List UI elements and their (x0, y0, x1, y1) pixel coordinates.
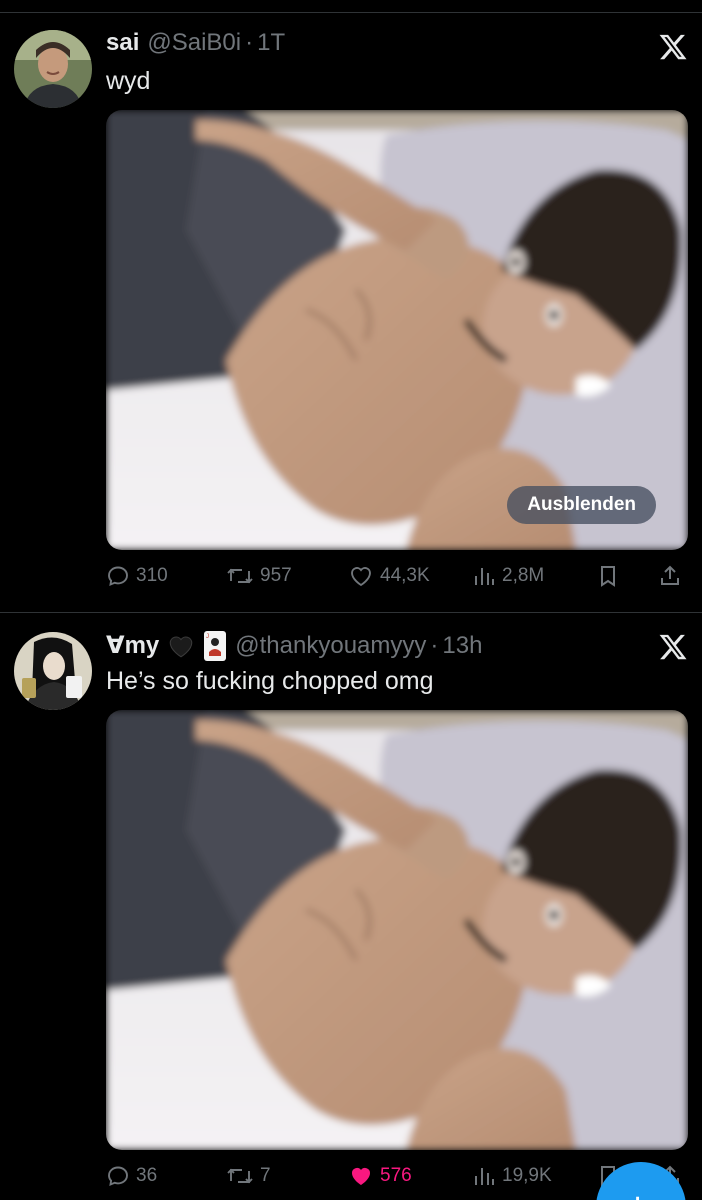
like-icon (351, 567, 371, 587)
tweet-text: wyd (106, 67, 151, 95)
views-icon (475, 568, 494, 585)
avatar[interactable] (14, 30, 92, 108)
views-count: 2,8M (502, 565, 545, 586)
tweet-header: Ɐmy J @thankyouamyyy · 13h (106, 630, 482, 662)
svg-text:J: J (206, 634, 209, 640)
like-button[interactable]: 576 (348, 1158, 412, 1194)
bookmark-icon (601, 566, 615, 587)
reply-icon (108, 1166, 128, 1187)
timestamp[interactable]: 13h (442, 631, 482, 661)
tweet-media[interactable]: Ausblenden (106, 110, 688, 550)
like-count: 44,3K (380, 565, 430, 586)
repost-count: 957 (260, 565, 292, 586)
timestamp[interactable]: 1T (257, 28, 285, 58)
avatar[interactable] (14, 632, 92, 710)
separator-dot: · (430, 632, 439, 659)
reply-count: 36 (136, 1165, 158, 1186)
views-button[interactable]: 2,8M (472, 558, 544, 594)
black-heart-icon (167, 633, 195, 659)
tweet-actions: 310 957 44,3K 2,8M (106, 558, 688, 594)
like-count: 576 (380, 1165, 412, 1186)
repost-count: 7 (260, 1165, 271, 1186)
views-icon (475, 1168, 494, 1185)
repost-button[interactable]: 7 (226, 1158, 271, 1194)
tweet-text: He’s so fucking chopped omg (106, 667, 434, 695)
tweet-header: sai @SaiB0i · 1T (106, 28, 285, 58)
user-handle[interactable]: @thankyouamyyy (235, 631, 426, 661)
share-icon (661, 565, 679, 585)
joker-card-icon: J (203, 630, 227, 662)
share-button[interactable] (658, 558, 682, 594)
bookmark-button[interactable] (596, 558, 620, 594)
reply-icon (108, 566, 128, 587)
hide-sensitive-button[interactable]: Ausblenden (507, 486, 656, 524)
x-logo-icon (658, 32, 688, 62)
tweet-media[interactable] (106, 710, 688, 1150)
reply-count: 310 (136, 565, 168, 586)
like-button[interactable]: 44,3K (348, 558, 430, 594)
display-name[interactable]: sai (106, 28, 139, 58)
views-button[interactable]: 19,9K (472, 1158, 552, 1194)
repost-button[interactable]: 957 (226, 558, 292, 594)
reply-button[interactable]: 36 (106, 1158, 157, 1194)
display-name[interactable]: Ɐmy (106, 631, 159, 661)
repost-icon (227, 1168, 253, 1184)
x-logo-icon (658, 632, 688, 662)
user-handle[interactable]: @SaiB0i (147, 28, 241, 58)
compose-icon: + (630, 1188, 645, 1200)
separator-dot: · (245, 29, 254, 56)
views-count: 19,9K (502, 1165, 552, 1186)
repost-icon (227, 568, 253, 584)
like-icon (352, 1168, 370, 1185)
reply-button[interactable]: 310 (106, 558, 168, 594)
